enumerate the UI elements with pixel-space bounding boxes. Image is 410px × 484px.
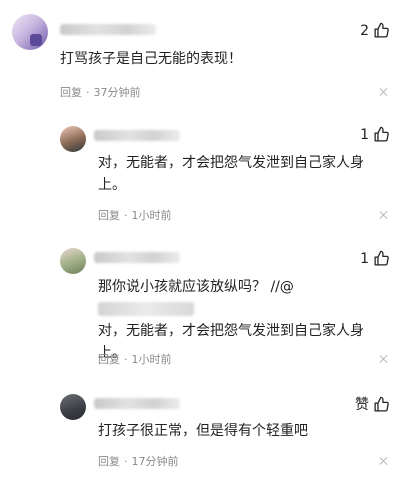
like-count: 1 [360, 126, 369, 143]
close-icon[interactable] [380, 211, 388, 219]
reply-button[interactable]: 回复 [60, 86, 82, 99]
like-label: 赞 [355, 397, 369, 413]
reply-text: 对，无能者，才会把怨气发泄到自己家人身上。 [98, 155, 364, 193]
reply-text-prefix: 那你说小孩就应该放纵吗？ //@ [98, 279, 294, 295]
like-button[interactable]: 1 [360, 126, 390, 143]
reply-button[interactable]: 回复 [98, 455, 120, 468]
meta-separator: · [124, 455, 128, 468]
timestamp: 1小时前 [131, 209, 172, 222]
username-blurred[interactable] [60, 24, 156, 35]
comment-text: 打骂孩子是自己无能的表现！ [60, 51, 242, 67]
avatar[interactable] [60, 126, 86, 152]
quoted-user-blurred[interactable] [98, 302, 194, 316]
avatar[interactable] [60, 248, 86, 274]
meta-separator: · [86, 86, 90, 99]
close-icon[interactable] [380, 457, 388, 465]
thumbs-up-icon [374, 250, 389, 266]
reply-button[interactable]: 回复 [98, 353, 120, 366]
like-count: 1 [360, 250, 369, 267]
avatar[interactable] [12, 14, 48, 50]
thumbs-up-icon [374, 126, 389, 142]
like-count: 2 [360, 22, 369, 39]
like-button[interactable]: 1 [360, 250, 390, 267]
username-blurred[interactable] [94, 398, 180, 409]
reply-meta: 回复 · 1小时前 [98, 207, 172, 223]
username-blurred[interactable] [94, 130, 180, 141]
username-blurred[interactable] [94, 252, 180, 263]
timestamp: 37分钟前 [93, 86, 141, 99]
thumbs-up-icon [374, 396, 389, 412]
meta-separator: · [124, 353, 128, 366]
comment-main: 2 打骂孩子是自己无能的表现！ 回复 · 37分钟前 [0, 0, 410, 110]
comment-meta: 回复 · 37分钟前 [60, 84, 141, 100]
meta-separator: · [124, 209, 128, 222]
timestamp: 17分钟前 [131, 455, 179, 468]
timestamp: 1小时前 [131, 353, 172, 366]
reply-button[interactable]: 回复 [98, 209, 120, 222]
reply-item: 1 对，无能者，才会把怨气发泄到自己家人身上。 回复 · 1小时前 [0, 118, 410, 230]
like-button[interactable]: 2 [360, 22, 390, 39]
like-button[interactable]: 赞 [355, 394, 390, 414]
avatar[interactable] [60, 394, 86, 420]
close-icon[interactable] [380, 88, 388, 96]
reply-item: 1 那你说小孩就应该放纵吗？ //@ 对，无能者，才会把怨气发泄到自己家人身上。… [0, 238, 410, 368]
reply-item: 赞 打孩子很正常，但是得有个轻重吧 回复 · 17分钟前 [0, 384, 410, 484]
thumbs-up-icon [374, 22, 389, 38]
reply-text: 打孩子很正常，但是得有个轻重吧 [98, 423, 308, 439]
reply-meta: 回复 · 17分钟前 [98, 453, 179, 469]
reply-meta: 回复 · 1小时前 [98, 351, 172, 367]
close-icon[interactable] [380, 355, 388, 363]
